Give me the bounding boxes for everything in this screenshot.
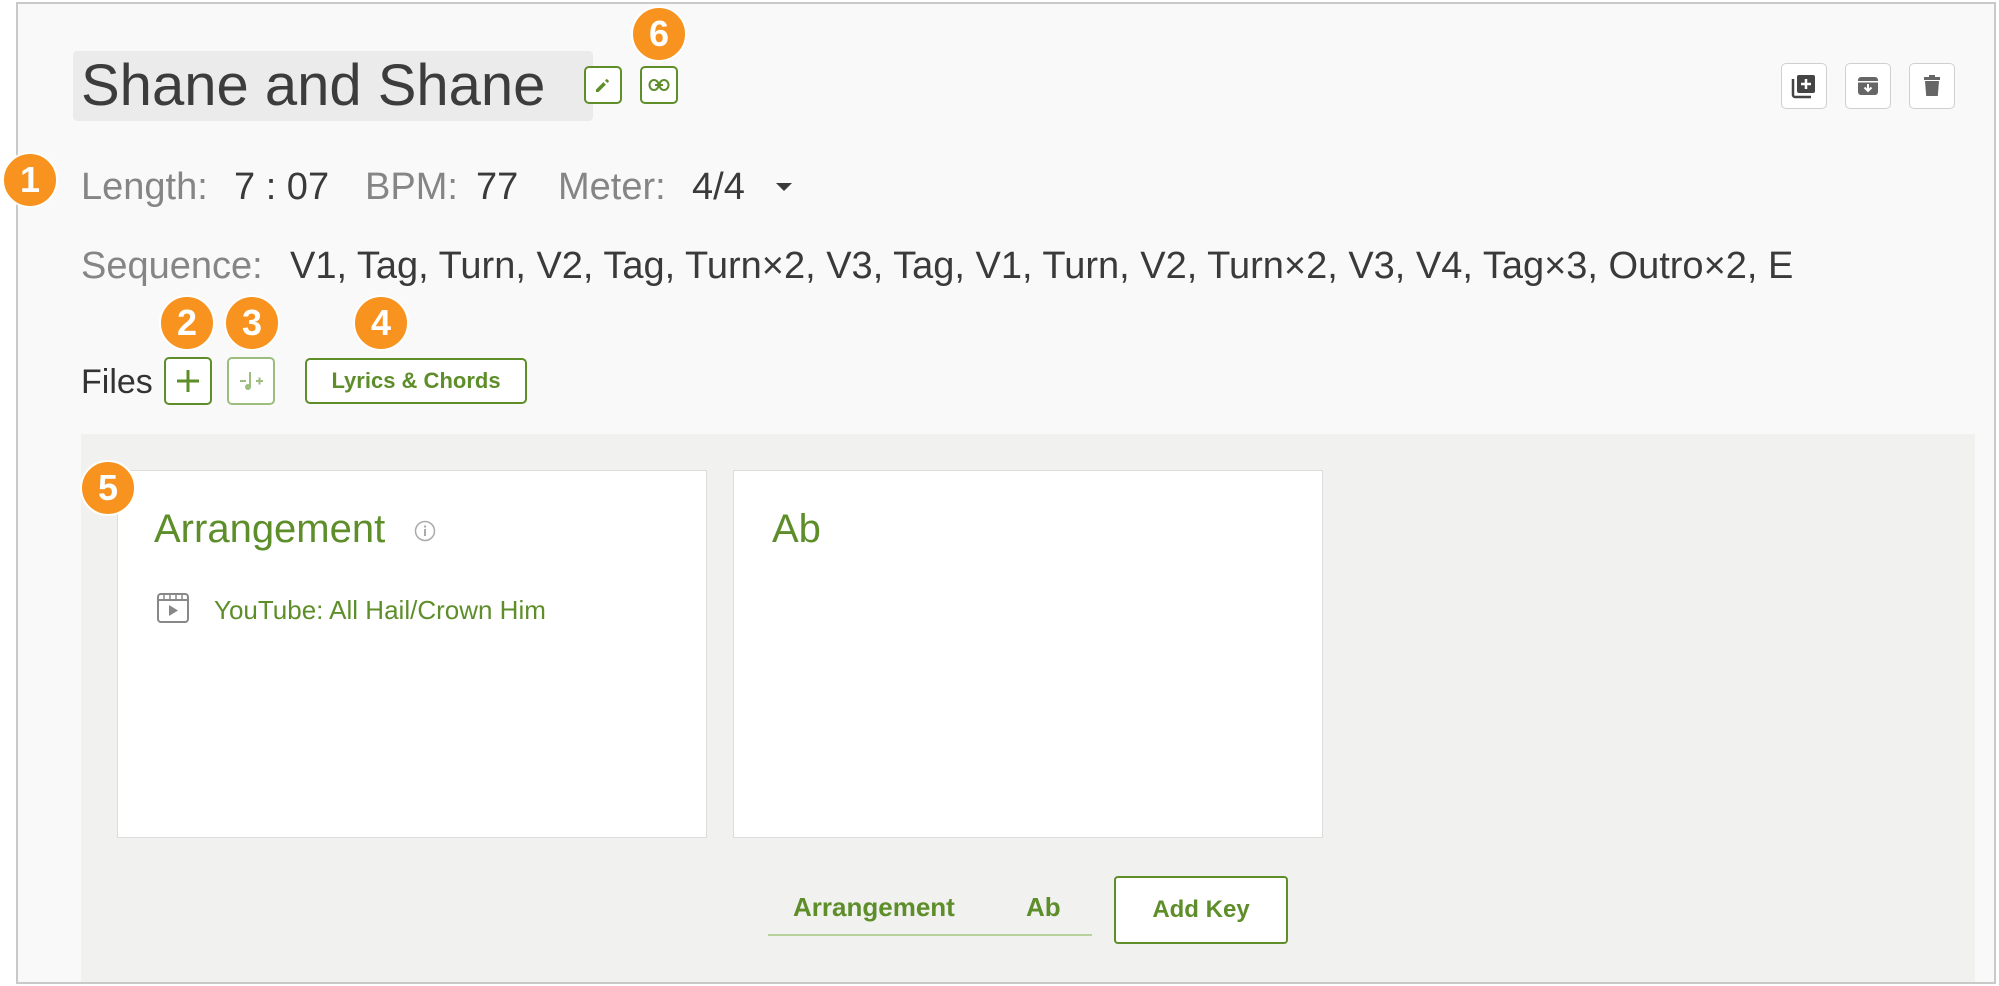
tab-ab[interactable]: Ab [1026,892,1061,923]
add-key-button[interactable]: Add Key [1114,876,1288,944]
length-value[interactable]: 7 : 07 [234,166,329,209]
length-label: Length: [81,166,208,208]
arrangement-card[interactable]: Arrangement YouTube: All Hail/Crown Him [117,470,707,838]
trash-icon [1924,75,1940,96]
add-audio-button[interactable] [227,357,275,405]
info-icon[interactable] [414,520,436,542]
badge-2: 2 [159,295,215,351]
files-label: Files [81,363,153,401]
duplicate-icon [1791,75,1815,99]
song-title-field[interactable]: Shane and Shane [73,51,593,121]
song-editor-frame: Shane and Shane Length: 7: 07 BPM: 77 M… [2,2,1996,984]
card-title-arrangement: Arrangement [154,507,386,551]
key-card-ab[interactable]: Ab [733,470,1323,838]
badge-1: 1 [2,152,58,208]
add-file-button[interactable] [164,357,212,405]
archive-icon [1858,77,1878,95]
link-icon [648,79,670,91]
pencil-icon [596,79,609,92]
badge-6: 6 [631,6,687,62]
sequence-value[interactable]: V1, Tag, Turn, V2, Tag, Turn×2, V3, Tag,… [290,245,1793,288]
badge-4: 4 [353,295,409,351]
bpm-label: BPM: [365,166,458,208]
meter-label: Meter: [558,166,666,208]
duplicate-button[interactable] [1781,63,1827,109]
video-file-icon [157,593,189,623]
delete-button[interactable] [1909,63,1955,109]
link-button[interactable] [640,66,678,104]
plus-icon [177,370,199,392]
edit-title-button[interactable] [584,66,622,104]
arrangement-link[interactable]: YouTube: All Hail/Crown Him [214,595,546,626]
badge-5: 5 [80,460,136,516]
archive-button[interactable] [1845,63,1891,109]
files-panel: Arrangement YouTube: All Hail/Crown Him … [81,434,1975,982]
card-title-ab: Ab [772,507,821,551]
music-note-plus-icon [240,372,263,390]
lyrics-and-chords-button[interactable]: Lyrics & Chords [305,358,527,404]
badge-3: 3 [224,295,280,351]
tab-arrangement[interactable]: Arrangement [793,892,955,923]
bpm-value[interactable]: 77 [476,166,518,209]
tab-underline [768,934,1092,936]
sequence-label: Sequence: [81,245,263,287]
meter-dropdown-icon[interactable] [775,182,793,192]
meter-value[interactable]: 4/4 [692,166,745,209]
